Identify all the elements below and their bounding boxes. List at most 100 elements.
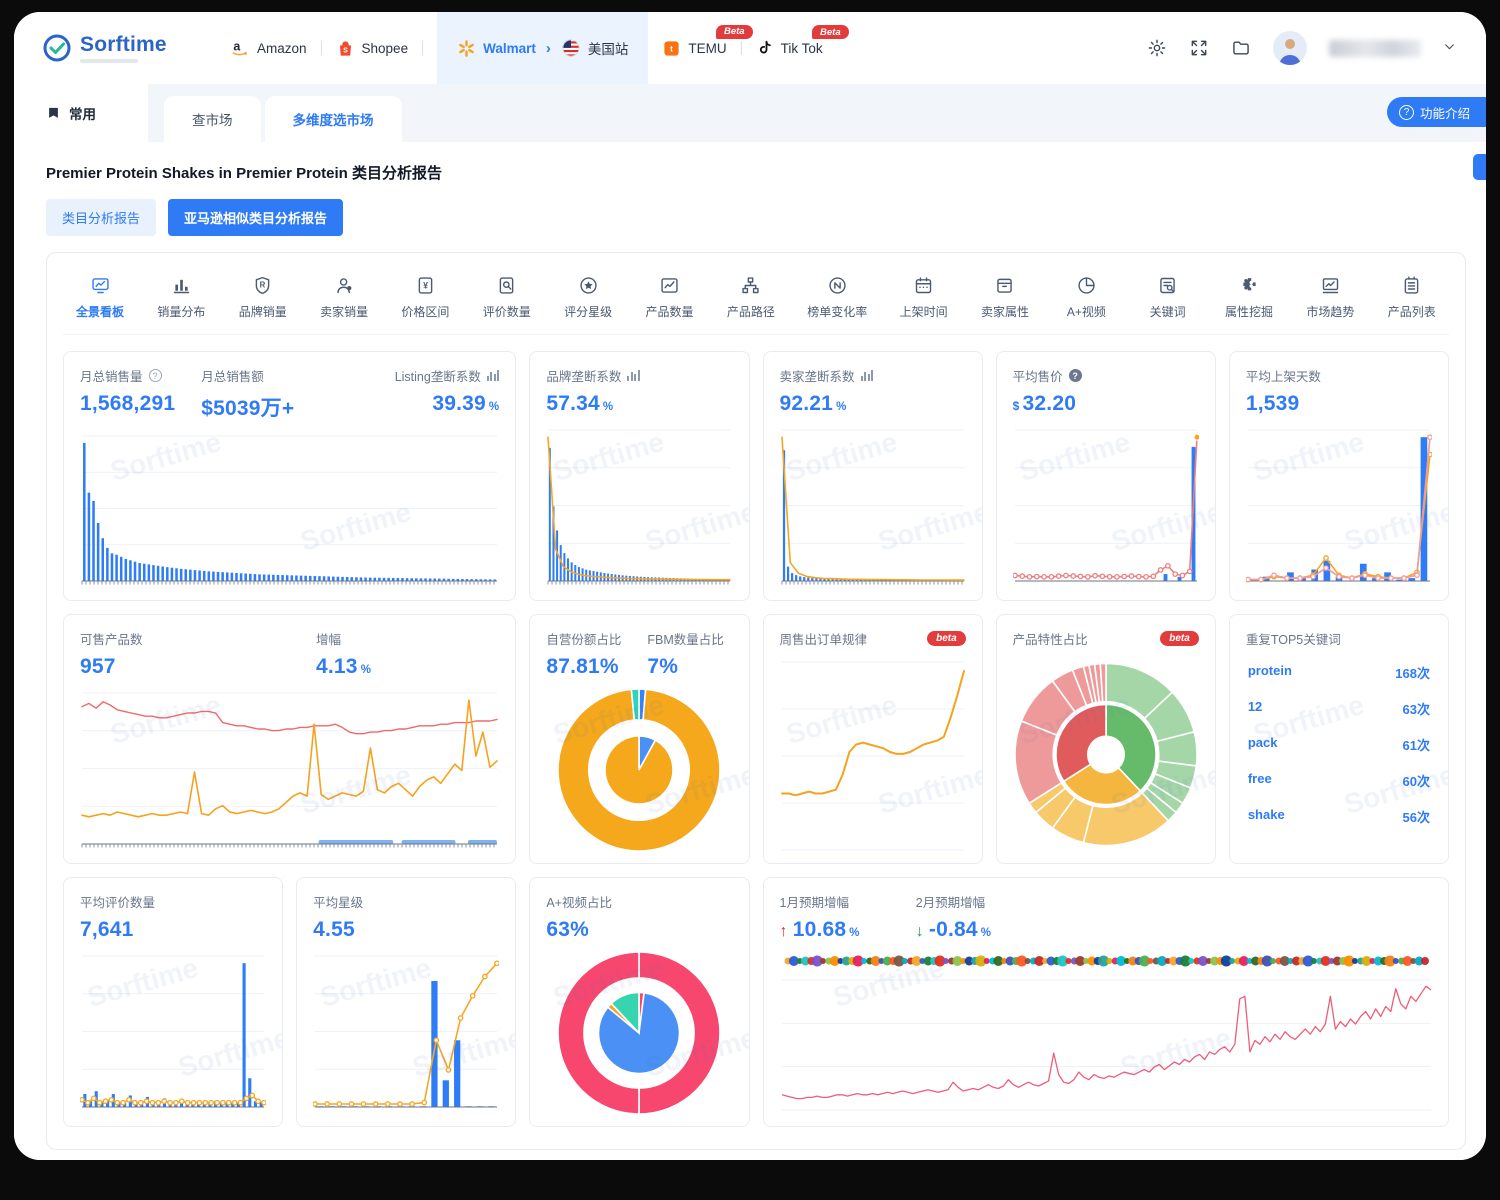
review-count-icon bbox=[496, 275, 517, 296]
walmart-spark-icon bbox=[457, 39, 476, 58]
card-weekly-orders: 周售出订单规律beta SorftimeSorftime bbox=[763, 614, 983, 864]
histogram-icon bbox=[861, 370, 874, 381]
listing-days-chart bbox=[1246, 424, 1432, 590]
attr-mining-icon bbox=[1239, 275, 1260, 296]
keyword-word: pack bbox=[1248, 735, 1278, 754]
card-product-features: 产品特性占比beta SorftimeSorftime bbox=[996, 614, 1216, 864]
page-title: Premier Protein Shakes in Premier Protei… bbox=[46, 162, 1466, 183]
keyword-word: shake bbox=[1248, 807, 1285, 826]
toolbar-item-product-count[interactable]: 产品数量 bbox=[645, 275, 695, 320]
keyword-row[interactable]: protein168次 bbox=[1246, 654, 1432, 690]
card-monthly-sales: 月总销售量? 1,568,291 月总销售额 $5039万+ Listing垄断… bbox=[63, 351, 516, 601]
platform-tiktok[interactable]: Tik Tok Beta bbox=[756, 39, 823, 57]
toolbar-item-product-path[interactable]: 产品路径 bbox=[726, 275, 776, 320]
sidebar-header[interactable]: 常用 bbox=[14, 84, 148, 142]
card-top-keywords: 重复TOP5关键词 protein168次1263次pack61次free60次… bbox=[1229, 614, 1449, 864]
toolbar-item-label: 销量分布 bbox=[157, 303, 205, 320]
brand-monopoly-chart bbox=[546, 424, 732, 590]
histogram-icon bbox=[627, 370, 640, 381]
toolbar-item-seller-attr[interactable]: 卖家属性 bbox=[980, 275, 1030, 320]
tab-amazon-similar-report[interactable]: 亚马逊相似类目分析报告 bbox=[168, 199, 343, 236]
keyword-word: 12 bbox=[1248, 699, 1262, 718]
platform-temu[interactable]: t TEMU Beta bbox=[662, 39, 726, 58]
amazon-icon: a bbox=[230, 38, 250, 58]
platform-label: Walmart bbox=[483, 41, 536, 56]
average-rating-chart bbox=[313, 950, 499, 1116]
metric-average-listing-days: 平均上架天数 1,539 bbox=[1246, 366, 1432, 416]
chevron-down-icon[interactable] bbox=[1443, 40, 1456, 56]
metric-listing-monopoly: Listing垄断系数 39.39% bbox=[395, 366, 500, 422]
tab-category-report[interactable]: 类目分析报告 bbox=[46, 199, 156, 236]
seller-monopoly-chart bbox=[780, 424, 966, 590]
metric-brand-monopoly: 品牌垄断系数 57.34% bbox=[546, 366, 732, 416]
platform-us-site[interactable]: 美国站 bbox=[561, 38, 629, 58]
keyword-row[interactable]: shake56次 bbox=[1246, 798, 1432, 834]
up-arrow-icon: ↑ bbox=[780, 923, 788, 940]
price-range-icon: ¥ bbox=[415, 275, 436, 296]
forecast-chart bbox=[780, 950, 1433, 1116]
metric-top-keywords: 重复TOP5关键词 bbox=[1246, 629, 1432, 648]
metric-weekly-orders: 周售出订单规律beta bbox=[780, 629, 966, 648]
platform-walmart[interactable]: Walmart bbox=[457, 39, 536, 58]
tab-check-market[interactable]: 查市场 bbox=[164, 96, 261, 142]
platform-nav: a Amazon S Shopee bbox=[230, 12, 823, 84]
keyword-row[interactable]: 1263次 bbox=[1246, 690, 1432, 726]
available-products-chart bbox=[80, 687, 499, 853]
user-avatar[interactable] bbox=[1273, 31, 1307, 65]
toolbar-item-attr-mining[interactable]: 属性挖掘 bbox=[1224, 275, 1274, 320]
toolbar-item-star-rating[interactable]: 评分星级 bbox=[563, 275, 613, 320]
seller-attr-icon bbox=[994, 275, 1015, 296]
tab-multi-dimension[interactable]: 多维度选市场 bbox=[265, 96, 402, 142]
fullscreen-icon[interactable] bbox=[1189, 38, 1209, 58]
platform-walmart-group[interactable]: Walmart › bbox=[437, 12, 648, 84]
toolbar-item-market-trend[interactable]: 市场趋势 bbox=[1305, 275, 1355, 320]
platform-amazon[interactable]: a Amazon bbox=[230, 38, 307, 58]
keyword-word: protein bbox=[1248, 663, 1292, 682]
toolbar-item-aplus-video[interactable]: A+视频 bbox=[1061, 275, 1111, 320]
toolbar-item-dashboard[interactable]: 全景看板 bbox=[75, 275, 125, 320]
toolbar-item-rank-change[interactable]: 榜单变化率 bbox=[807, 275, 867, 320]
help-icon[interactable]: ? bbox=[1069, 369, 1082, 382]
histogram-icon bbox=[487, 370, 500, 381]
keyword-row[interactable]: pack61次 bbox=[1246, 726, 1432, 762]
chart-canvas bbox=[80, 950, 266, 1116]
beta-badge: Beta bbox=[716, 25, 753, 39]
listing-monopoly-chart bbox=[80, 430, 499, 590]
sidebar-label: 常用 bbox=[69, 103, 96, 123]
toolbar-item-seller[interactable]: 卖家销量 bbox=[319, 275, 369, 320]
tiktok-icon bbox=[756, 39, 774, 57]
info-icon[interactable]: ? bbox=[149, 369, 162, 382]
feature-intro-button[interactable]: ? 功能介绍 bbox=[1387, 97, 1486, 127]
header-actions bbox=[1147, 31, 1456, 65]
card-brand-monopoly: 品牌垄断系数 57.34% SorftimeSorftime bbox=[529, 351, 749, 601]
toolbar-item-review-count[interactable]: 评价数量 bbox=[482, 275, 532, 320]
app-window: Sorftime a Amazon S Shopee bbox=[14, 12, 1486, 1160]
sorftime-logo-icon bbox=[42, 33, 72, 63]
toolbar-item-launch-time[interactable]: 上架时间 bbox=[899, 275, 949, 320]
keyword-list: protein168次1263次pack61次free60次shake56次 bbox=[1246, 654, 1432, 834]
settings-gear-icon[interactable] bbox=[1147, 38, 1167, 58]
platform-shopee[interactable]: S Shopee bbox=[336, 39, 409, 58]
chart-canvas bbox=[80, 687, 499, 853]
aplus-video-icon bbox=[1076, 275, 1097, 296]
fba-donut-chart bbox=[546, 687, 732, 853]
side-tag[interactable] bbox=[1473, 154, 1486, 180]
chart-canvas bbox=[780, 656, 966, 853]
chevron-right-icon: › bbox=[546, 40, 551, 57]
toolbar-item-keyword[interactable]: 关键词 bbox=[1143, 275, 1193, 320]
toolbar-item-product-list[interactable]: 产品列表 bbox=[1387, 275, 1437, 320]
toolbar-item-label: 关键词 bbox=[1150, 303, 1186, 320]
toolbar-item-bar-chart[interactable]: 销量分布 bbox=[156, 275, 206, 320]
toolbar-item-brand-shield[interactable]: R品牌销量 bbox=[238, 275, 288, 320]
keyword-row[interactable]: free60次 bbox=[1246, 762, 1432, 798]
toolbar-item-label: 市场趋势 bbox=[1306, 303, 1354, 320]
seller-icon bbox=[334, 275, 355, 296]
toolbar-item-price-range[interactable]: ¥价格区间 bbox=[400, 275, 450, 320]
metric-average-rating: 平均星级 4.55 bbox=[313, 892, 499, 942]
folder-icon[interactable] bbox=[1231, 38, 1251, 58]
toolbar-item-label: 卖家销量 bbox=[320, 303, 368, 320]
sorftime-logo[interactable]: Sorftime bbox=[42, 33, 212, 63]
toolbar-item-label: 产品数量 bbox=[646, 303, 694, 320]
toolbar-item-label: 品牌销量 bbox=[239, 303, 287, 320]
svg-text:t: t bbox=[671, 44, 674, 53]
